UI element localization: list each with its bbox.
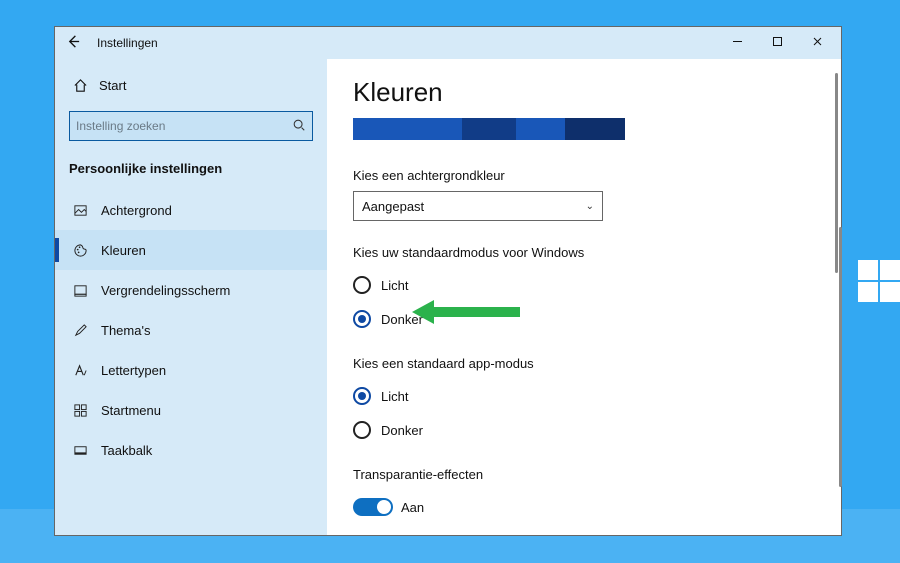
bg-color-select-value: Aangepast — [362, 199, 424, 214]
window-scrollbar[interactable] — [839, 227, 842, 487]
radio-icon — [353, 421, 371, 439]
sidebar-item-themas[interactable]: Thema's — [55, 310, 327, 350]
page-title: Kleuren — [353, 77, 815, 108]
sidebar-item-label: Achtergrond — [101, 203, 172, 218]
back-button[interactable] — [59, 34, 87, 52]
sidebar-item-lettertypen[interactable]: Lettertypen — [55, 350, 327, 390]
app-mode-dark[interactable]: Donker — [353, 413, 815, 447]
radio-label: Donker — [381, 423, 423, 438]
chevron-down-icon: ⌄ — [586, 201, 594, 212]
search-box[interactable] — [69, 111, 313, 141]
sidebar-item-taakbalk[interactable]: Taakbalk — [55, 430, 327, 470]
taskbar-icon — [69, 443, 91, 458]
transparency-toggle[interactable] — [353, 498, 393, 516]
window-title: Instellingen — [97, 36, 158, 50]
sidebar-item-kleuren[interactable]: Kleuren — [55, 230, 327, 270]
radio-icon — [353, 276, 371, 294]
bg-color-select[interactable]: Aangepast ⌄ — [353, 191, 603, 221]
sidebar-item-label: Startmenu — [101, 403, 161, 418]
back-arrow-icon — [66, 34, 81, 49]
sidebar-item-label: Vergrendelingsscherm — [101, 283, 230, 298]
transparency-label: Transparantie-effecten — [353, 467, 815, 482]
sidebar-item-startmenu[interactable]: Startmenu — [55, 390, 327, 430]
lockscreen-icon — [69, 283, 91, 298]
home-button[interactable]: Start — [55, 69, 327, 101]
radio-icon — [353, 310, 371, 328]
color-preview-strip — [353, 118, 625, 140]
app-mode-light[interactable]: Licht — [353, 379, 815, 413]
transparency-value: Aan — [401, 500, 424, 515]
radio-icon — [353, 387, 371, 405]
sidebar-item-label: Taakbalk — [101, 443, 152, 458]
close-icon — [812, 36, 823, 47]
content-scrollbar[interactable] — [835, 73, 838, 273]
content-pane: Kleuren Kies een achtergrondkleur Aangep… — [327, 59, 841, 535]
close-button[interactable] — [797, 36, 837, 50]
radio-label: Licht — [381, 389, 408, 404]
sidebar-item-label: Lettertypen — [101, 363, 166, 378]
sidebar-item-label: Kleuren — [101, 243, 146, 258]
home-label: Start — [99, 78, 126, 93]
search-icon — [292, 118, 306, 135]
bg-color-label: Kies een achtergrondkleur — [353, 168, 815, 183]
radio-label: Licht — [381, 278, 408, 293]
windows-logo-desktop — [858, 260, 888, 290]
picture-icon — [69, 203, 91, 218]
sidebar-item-label: Thema's — [101, 323, 150, 338]
search-input[interactable] — [76, 119, 292, 133]
titlebar: Instellingen — [55, 27, 841, 59]
maximize-icon — [772, 36, 783, 47]
minimize-button[interactable] — [717, 36, 757, 50]
minimize-icon — [732, 36, 743, 47]
startmenu-icon — [69, 403, 91, 418]
transparency-toggle-row: Aan — [353, 490, 815, 524]
settings-window: Instellingen Start Pers — [54, 26, 842, 536]
app-mode-label: Kies een standaard app-modus — [353, 356, 815, 371]
radio-label: Donker — [381, 312, 423, 327]
sidebar: Start Persoonlijke instellingen Achtergr… — [55, 59, 327, 535]
windows-mode-light[interactable]: Licht — [353, 268, 815, 302]
palette-icon — [69, 243, 91, 258]
app-mode-group: Licht Donker — [353, 379, 815, 447]
windows-mode-label: Kies uw standaardmodus voor Windows — [353, 245, 815, 260]
sidebar-section-title: Persoonlijke instellingen — [55, 155, 327, 190]
windows-mode-group: Licht Donker — [353, 268, 815, 336]
brush-icon — [69, 323, 91, 338]
sidebar-item-achtergrond[interactable]: Achtergrond — [55, 190, 327, 230]
maximize-button[interactable] — [757, 36, 797, 50]
windows-mode-dark[interactable]: Donker — [353, 302, 815, 336]
home-icon — [69, 78, 91, 93]
sidebar-item-vergrendelingsscherm[interactable]: Vergrendelingsscherm — [55, 270, 327, 310]
font-icon — [69, 363, 91, 378]
